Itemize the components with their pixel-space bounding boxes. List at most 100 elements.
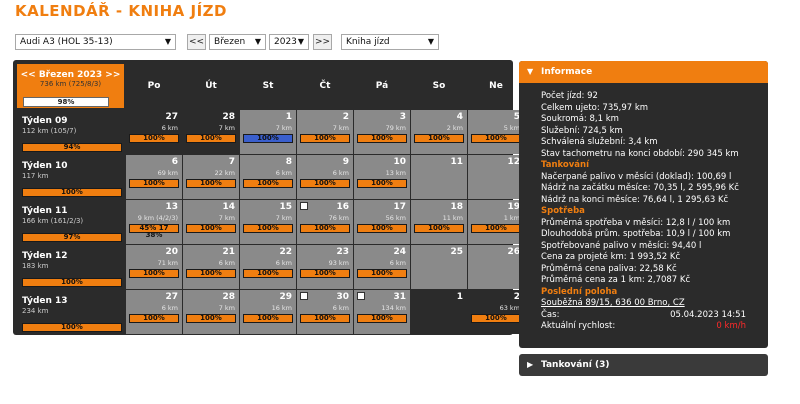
consumption-stat: Spotřebované palivo v měsíci: 94,40 l xyxy=(541,240,702,251)
day-cell[interactable]: 3 79 km 100% xyxy=(354,110,410,154)
day-progress-bar: 100% xyxy=(414,134,464,143)
view-select[interactable]: Kniha jízd ▼ xyxy=(341,34,439,50)
day-cell[interactable]: 15 7 km 100% xyxy=(240,200,296,244)
page-title: KALENDÁŘ - KNIHA JÍZD xyxy=(15,2,228,20)
day-cell[interactable]: 11 xyxy=(411,155,467,199)
day-cell[interactable]: 29 16 km 100% xyxy=(240,290,296,334)
info-stat: Soukromá: 8,1 km xyxy=(541,114,619,124)
day-cell[interactable]: 1 7 km 100% xyxy=(240,110,296,154)
day-cell[interactable]: 14 7 km 100% xyxy=(183,200,239,244)
tank-stat: Načerpané palivo v měsíci (doklad): 100,… xyxy=(541,171,732,182)
day-km: 5 km xyxy=(503,124,520,132)
day-km: 6 km xyxy=(161,124,178,132)
day-cell[interactable]: 13 9 km (4/2/3) 45% 17 38% xyxy=(126,200,182,244)
day-number: 8 xyxy=(285,157,292,167)
day-cell[interactable]: 26 xyxy=(468,245,524,289)
day-progress-bar: 100% xyxy=(129,269,179,278)
month-nav-label[interactable]: << Březen 2023 >> xyxy=(17,70,124,80)
day-cell[interactable]: 30 6 km 100% xyxy=(297,290,353,334)
day-cell[interactable]: 20 71 km 100% xyxy=(126,245,182,289)
note-icon[interactable] xyxy=(357,292,365,300)
time-value: 05.04.2023 14:51 xyxy=(670,309,746,320)
day-progress-bar: 100% xyxy=(357,134,407,143)
info-stat: Schválená služební: 3,4 km xyxy=(541,137,658,147)
day-cell[interactable]: 18 11 km 100% xyxy=(411,200,467,244)
day-cell[interactable]: 27 6 km 100% xyxy=(126,290,182,334)
time-row: Čas: 05.04.2023 14:51 xyxy=(541,310,768,322)
month-progress-bar: 98% xyxy=(23,97,109,107)
tank-panel-header[interactable]: ▶ Tankování (3) xyxy=(519,354,768,376)
next-month-button[interactable]: >> xyxy=(313,34,332,50)
month-summary[interactable]: << Březen 2023 >> 736 km (725/8/3) 98% xyxy=(17,64,124,108)
day-cell[interactable]: 27 6 km 100% xyxy=(126,110,182,154)
day-cell[interactable]: 12 xyxy=(468,155,524,199)
day-km: 1 km xyxy=(503,214,520,222)
week-title: Týden 13 xyxy=(22,296,68,306)
day-km: 134 km xyxy=(381,304,406,312)
view-select-value: Kniha jízd xyxy=(346,37,390,47)
day-cell[interactable]: 16 76 km 100% xyxy=(297,200,353,244)
note-icon[interactable] xyxy=(300,292,308,300)
day-km: 16 km xyxy=(271,304,292,312)
month-select-value: Březen xyxy=(214,37,246,47)
week-summary[interactable]: Týden 09 112 km (105/7) 94% xyxy=(17,110,124,154)
day-cell[interactable]: 6 69 km 100% xyxy=(126,155,182,199)
time-label: Čas: xyxy=(541,309,560,320)
day-cell[interactable]: 23 93 km 100% xyxy=(297,245,353,289)
day-number: 3 xyxy=(399,112,406,122)
info-panel-title: Informace xyxy=(541,67,593,77)
day-cell[interactable]: 7 22 km 100% xyxy=(183,155,239,199)
info-stat: Stav tachometru na konci období: 290 345… xyxy=(541,148,739,159)
info-panel-header[interactable]: ▼ Informace xyxy=(519,61,768,83)
week-title: Týden 09 xyxy=(22,116,68,126)
week-summary[interactable]: Týden 10 117 km 100% xyxy=(17,155,124,199)
note-icon[interactable] xyxy=(300,202,308,210)
day-progress-bar: 100% xyxy=(471,224,521,233)
day-cell[interactable]: 2 7 km 100% xyxy=(297,110,353,154)
week-progress-bar: 100% xyxy=(22,188,122,197)
day-cell[interactable]: 28 7 km 100% xyxy=(183,110,239,154)
prev-month-button[interactable]: << xyxy=(187,34,206,50)
day-progress-bar: 100% xyxy=(186,134,236,143)
month-select[interactable]: Březen ▼ xyxy=(209,34,266,50)
day-header: St xyxy=(262,81,274,91)
day-cell[interactable]: 10 13 km 100% xyxy=(354,155,410,199)
day-cell[interactable]: 8 6 km 100% xyxy=(240,155,296,199)
day-cell[interactable]: 17 56 km 100% xyxy=(354,200,410,244)
week-summary[interactable]: Týden 11 166 km (161/2/3) 97% xyxy=(17,200,124,244)
day-cell[interactable]: 25 xyxy=(411,245,467,289)
info-stat: Počet jízd: 92 xyxy=(541,91,598,101)
day-progress-bar: 100% xyxy=(186,224,236,233)
day-number: 18 xyxy=(450,202,463,212)
day-cell[interactable]: 9 6 km 100% xyxy=(297,155,353,199)
day-progress-bar: 100% xyxy=(357,314,407,323)
chevron-down-icon: ▼ xyxy=(164,37,171,46)
day-cell[interactable]: 22 6 km 100% xyxy=(240,245,296,289)
day-cell[interactable]: 24 6 km 100% xyxy=(354,245,410,289)
year-select[interactable]: 2023 ▼ xyxy=(269,34,309,50)
day-cell[interactable]: 4 2 km 100% xyxy=(411,110,467,154)
day-number: 30 xyxy=(336,292,349,302)
day-number: 27 xyxy=(165,112,178,122)
speed-value: 0 km/h xyxy=(716,321,746,331)
week-summary[interactable]: Týden 12 183 km 100% xyxy=(17,245,124,289)
day-km: 6 km xyxy=(161,304,178,312)
address-link[interactable]: Souběžná 89/15, 636 00 Brno, CZ xyxy=(541,298,768,310)
day-cell[interactable]: 2 63 km 100% xyxy=(468,290,524,334)
vehicle-select[interactable]: Audi A3 (HOL 35-13) ▼ xyxy=(15,34,176,50)
day-km: 7 km xyxy=(218,214,235,222)
consumption-stat: Průměrná cena paliva: 22,58 Kč xyxy=(541,263,677,274)
day-cell[interactable]: 1 xyxy=(411,290,467,334)
week-summary[interactable]: Týden 13 234 km 100% xyxy=(17,290,124,334)
day-cell[interactable]: 55 km 100% xyxy=(468,110,524,154)
day-cell[interactable]: 21 6 km 100% xyxy=(183,245,239,289)
day-cell[interactable]: 31 134 km 100% xyxy=(354,290,410,334)
day-number: 29 xyxy=(279,292,292,302)
section-title-tankovani: Tankování xyxy=(541,160,589,170)
day-cell[interactable]: 19 1 km 100% xyxy=(468,200,524,244)
day-cell[interactable]: 28 7 km 100% xyxy=(183,290,239,334)
week-progress-bar: 94% xyxy=(22,143,122,152)
day-header: Út xyxy=(205,81,217,91)
day-km: 22 km xyxy=(214,169,235,177)
section-title-poloha: Poslední poloha xyxy=(541,286,618,297)
